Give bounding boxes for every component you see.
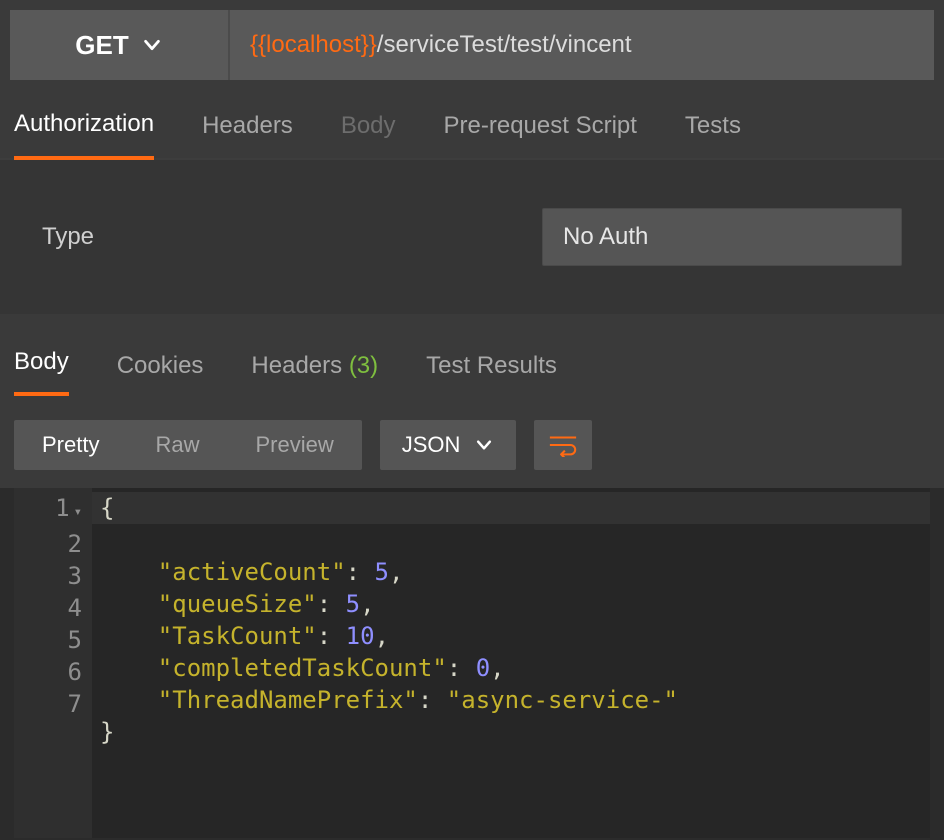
- tab-headers[interactable]: Headers: [202, 112, 293, 158]
- line-number: 7: [28, 688, 82, 720]
- request-url-input[interactable]: {{localhost}}/serviceTest/test/vincent: [230, 10, 934, 80]
- response-body-editor[interactable]: 1 2 3 4 5 6 7 { "activeCount": 5, "queue…: [14, 488, 930, 838]
- line-number: 3: [28, 560, 82, 592]
- request-tabs: Authorization Headers Body Pre-request S…: [0, 90, 944, 160]
- line-number-gutter: 1 2 3 4 5 6 7: [14, 488, 92, 838]
- response-tab-test-results[interactable]: Test Results: [426, 352, 557, 396]
- response-tab-body[interactable]: Body: [14, 348, 69, 396]
- view-mode-raw[interactable]: Raw: [127, 420, 227, 470]
- auth-type-label: Type: [42, 223, 462, 251]
- auth-type-select[interactable]: No Auth: [542, 208, 902, 266]
- tab-body[interactable]: Body: [341, 112, 396, 158]
- response-body-code: { "activeCount": 5, "queueSize": 5, "Tas…: [92, 488, 930, 838]
- line-number: 2: [28, 528, 82, 560]
- tab-pre-request-script[interactable]: Pre-request Script: [444, 112, 637, 158]
- http-method-label: GET: [75, 30, 128, 61]
- view-mode-preview[interactable]: Preview: [227, 420, 361, 470]
- headers-count-badge: (3): [349, 352, 378, 379]
- line-number: 6: [28, 656, 82, 688]
- tab-tests[interactable]: Tests: [685, 112, 741, 158]
- authorization-panel: Type No Auth: [0, 160, 944, 314]
- url-path: /serviceTest/test/vincent: [377, 31, 632, 59]
- response-tabs: Body Cookies Headers (3) Test Results: [0, 314, 944, 396]
- request-bar: GET {{localhost}}/serviceTest/test/vince…: [0, 0, 944, 90]
- tab-authorization[interactable]: Authorization: [14, 110, 154, 160]
- response-tab-cookies[interactable]: Cookies: [117, 352, 204, 396]
- url-variable: {{localhost}}: [250, 31, 377, 59]
- wrap-lines-button[interactable]: [534, 420, 592, 470]
- response-tab-headers[interactable]: Headers (3): [251, 352, 378, 396]
- response-toolbar: Pretty Raw Preview JSON: [0, 396, 944, 488]
- chevron-down-icon: [474, 435, 494, 455]
- line-number: 5: [28, 624, 82, 656]
- view-mode-pretty[interactable]: Pretty: [14, 420, 127, 470]
- response-format-select[interactable]: JSON: [380, 420, 517, 470]
- line-number: 1: [28, 492, 82, 528]
- view-mode-group: Pretty Raw Preview: [14, 420, 362, 470]
- response-format-label: JSON: [402, 432, 461, 458]
- chevron-down-icon: [141, 34, 163, 56]
- wrap-icon: [548, 433, 578, 457]
- response-tab-headers-label: Headers: [251, 352, 342, 379]
- line-number: 4: [28, 592, 82, 624]
- http-method-select[interactable]: GET: [10, 10, 230, 80]
